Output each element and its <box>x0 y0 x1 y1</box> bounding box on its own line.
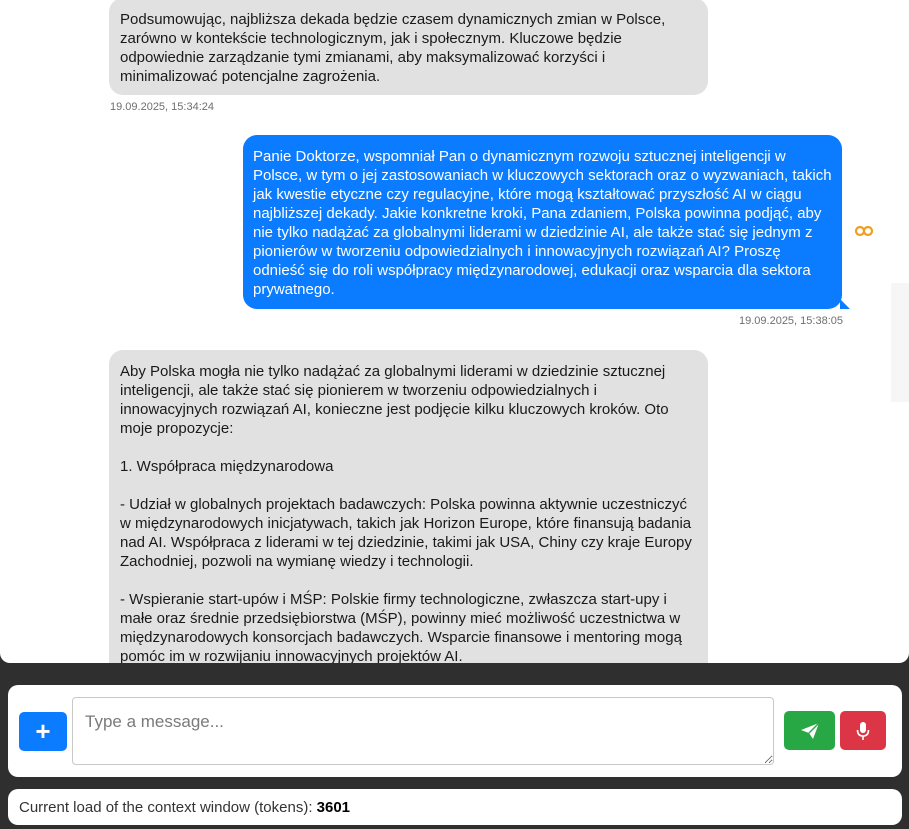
send-button[interactable] <box>784 711 835 750</box>
paper-plane-icon <box>800 722 819 739</box>
token-count: 3601 <box>316 799 351 816</box>
assistant-message: Aby Polska mogła nie tylko nadążać za gl… <box>109 350 708 663</box>
message-paragraph: - Udział w globalnych projektach badawcz… <box>120 496 697 570</box>
microphone-icon <box>856 721 870 740</box>
message-paragraph: 1. Współpraca międzynarodowa <box>120 458 334 475</box>
plus-icon: + <box>35 716 51 746</box>
message-paragraph: Aby Polska mogła nie tylko nadążać za gl… <box>120 363 673 437</box>
message-composer: + <box>8 685 902 777</box>
message-timestamp: 19.09.2025, 15:38:05 <box>739 315 843 327</box>
message-timestamp: 19.09.2025, 15:34:24 <box>110 101 214 113</box>
context-load-status: Current load of the context window (toke… <box>8 789 902 825</box>
status-label: Current load of the context window (toke… <box>19 799 317 816</box>
infinity-loop-icon[interactable] <box>854 225 874 237</box>
message-text: Podsumowując, najbliższa dekada będzie c… <box>120 11 670 85</box>
message-paragraph: - Wspieranie start-upów i MŚP: Polskie f… <box>120 591 687 663</box>
message-input[interactable] <box>72 697 774 765</box>
message-text: Panie Doktorze, wspomniał Pan o dynamicz… <box>253 148 836 298</box>
scrollbar[interactable] <box>891 283 909 402</box>
chat-messages-area[interactable]: Podsumowując, najbliższa dekada będzie c… <box>0 0 909 663</box>
user-message: Panie Doktorze, wspomniał Pan o dynamicz… <box>243 135 850 309</box>
microphone-button[interactable] <box>840 711 886 750</box>
assistant-message: Podsumowując, najbliższa dekada będzie c… <box>109 0 708 95</box>
add-attachment-button[interactable]: + <box>19 712 67 751</box>
